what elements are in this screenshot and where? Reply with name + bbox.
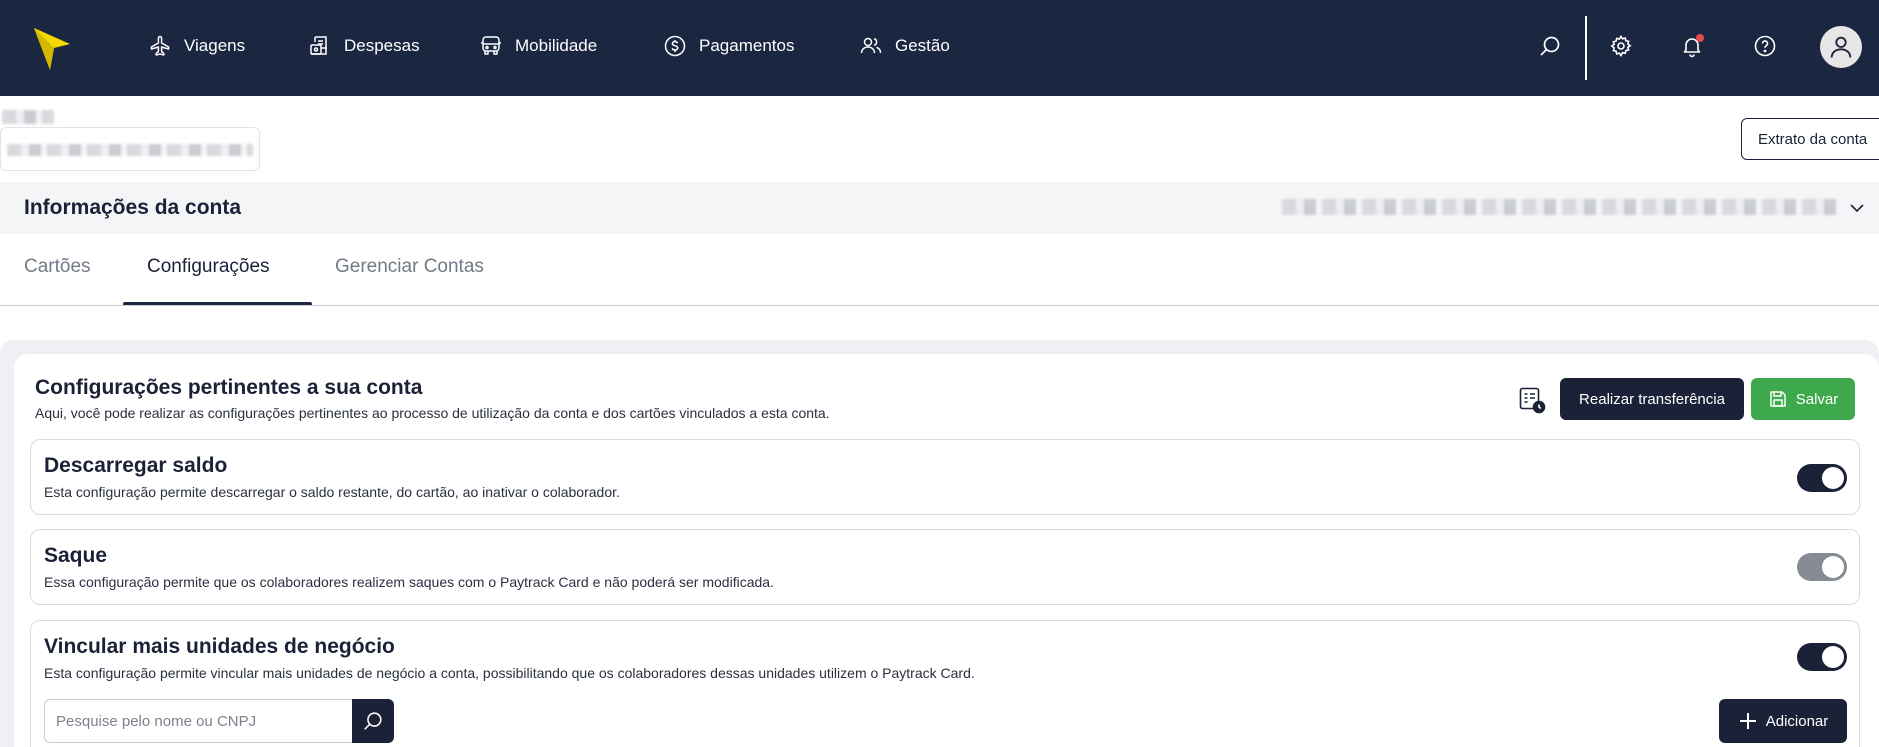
search-icon (364, 712, 382, 730)
tab-gerenciar-contas[interactable]: Gerenciar Contas (335, 256, 484, 278)
gear-icon (1610, 35, 1632, 58)
chevron-down-icon[interactable] (1847, 198, 1867, 218)
redacted-account-label (2, 110, 54, 124)
account-statement-button[interactable]: Extrato da conta (1741, 118, 1879, 160)
vincular-unidades-toggle[interactable] (1797, 643, 1847, 671)
setting-description: Esta configuração permite descarregar o … (44, 484, 620, 500)
descarregar-saldo-toggle[interactable] (1797, 464, 1847, 492)
nav-item-gestao[interactable]: Gestão (859, 32, 950, 60)
add-business-unit-button[interactable]: Adicionar (1719, 699, 1847, 743)
redacted-account-name (7, 144, 253, 156)
navbar-divider (1585, 16, 1587, 80)
tabs-divider (0, 305, 1879, 306)
tab-cartoes[interactable]: Cartões (24, 256, 91, 278)
history-icon[interactable] (1518, 386, 1546, 414)
user-avatar[interactable] (1820, 26, 1862, 68)
notifications-button[interactable] (1678, 32, 1706, 60)
floppy-disk-icon (1769, 391, 1786, 407)
setting-descarregar-saldo: Descarregar saldo Esta configuração perm… (30, 439, 1860, 515)
save-button[interactable]: Salvar (1751, 378, 1855, 420)
nav-item-despesas[interactable]: Despesas (308, 32, 420, 60)
save-button-label: Salvar (1795, 390, 1839, 408)
nav-item-viagens[interactable]: Viagens (148, 32, 245, 60)
search-button[interactable] (1536, 32, 1564, 60)
setting-vincular-unidades: Vincular mais unidades de negócio Esta c… (30, 620, 1860, 747)
top-navbar: Viagens Despesas Mobilidade Pagamentos G… (0, 0, 1879, 96)
account-info-title: Informações da conta (24, 196, 242, 219)
settings-card-title: Configurações pertinentes a sua conta (35, 376, 423, 399)
toggle-knob (1822, 556, 1844, 578)
search-icon (1540, 36, 1560, 56)
dollar-coin-icon (664, 35, 686, 57)
nav-item-label: Viagens (184, 36, 246, 55)
setting-description: Essa configuração permite que os colabor… (44, 574, 774, 590)
plus-icon (1739, 713, 1756, 729)
nav-item-label: Pagamentos (699, 36, 795, 55)
settings-card-description: Aqui, você pode realizar as configuraçõe… (35, 405, 830, 421)
account-selector[interactable] (0, 127, 260, 171)
paytrack-logo-icon[interactable] (32, 24, 72, 72)
notification-dot (1696, 34, 1704, 42)
nav-item-mobilidade[interactable]: Mobilidade (479, 32, 597, 60)
setting-description: Esta configuração permite vincular mais … (44, 665, 975, 681)
car-icon (481, 36, 501, 55)
nav-item-label: Mobilidade (515, 36, 598, 55)
nav-item-label: Despesas (344, 36, 420, 55)
users-icon (860, 37, 882, 54)
saque-toggle (1797, 553, 1847, 581)
business-unit-search-button[interactable] (352, 699, 394, 743)
nav-item-pagamentos[interactable]: Pagamentos (663, 32, 794, 60)
business-unit-search-input[interactable] (44, 699, 354, 743)
toggle-knob (1822, 467, 1844, 489)
help-icon (1754, 35, 1776, 57)
receipt-icon (310, 36, 327, 55)
nav-item-label: Gestão (895, 36, 950, 55)
tab-configuracoes[interactable]: Configurações (147, 256, 270, 278)
setting-saque: Saque Essa configuração permite que os c… (30, 529, 1860, 605)
transfer-button[interactable]: Realizar transferência (1560, 378, 1744, 420)
avatar-icon (1830, 36, 1852, 58)
setting-title: Vincular mais unidades de negócio (44, 635, 395, 658)
setting-title: Descarregar saldo (44, 454, 228, 477)
help-button[interactable] (1751, 32, 1779, 60)
business-unit-search (44, 699, 394, 743)
redacted-account-details (1282, 199, 1838, 215)
add-button-label: Adicionar (1765, 712, 1829, 730)
setting-title: Saque (44, 544, 108, 567)
airplane-icon (150, 35, 170, 56)
toggle-knob (1822, 646, 1844, 668)
settings-button[interactable] (1607, 32, 1635, 60)
